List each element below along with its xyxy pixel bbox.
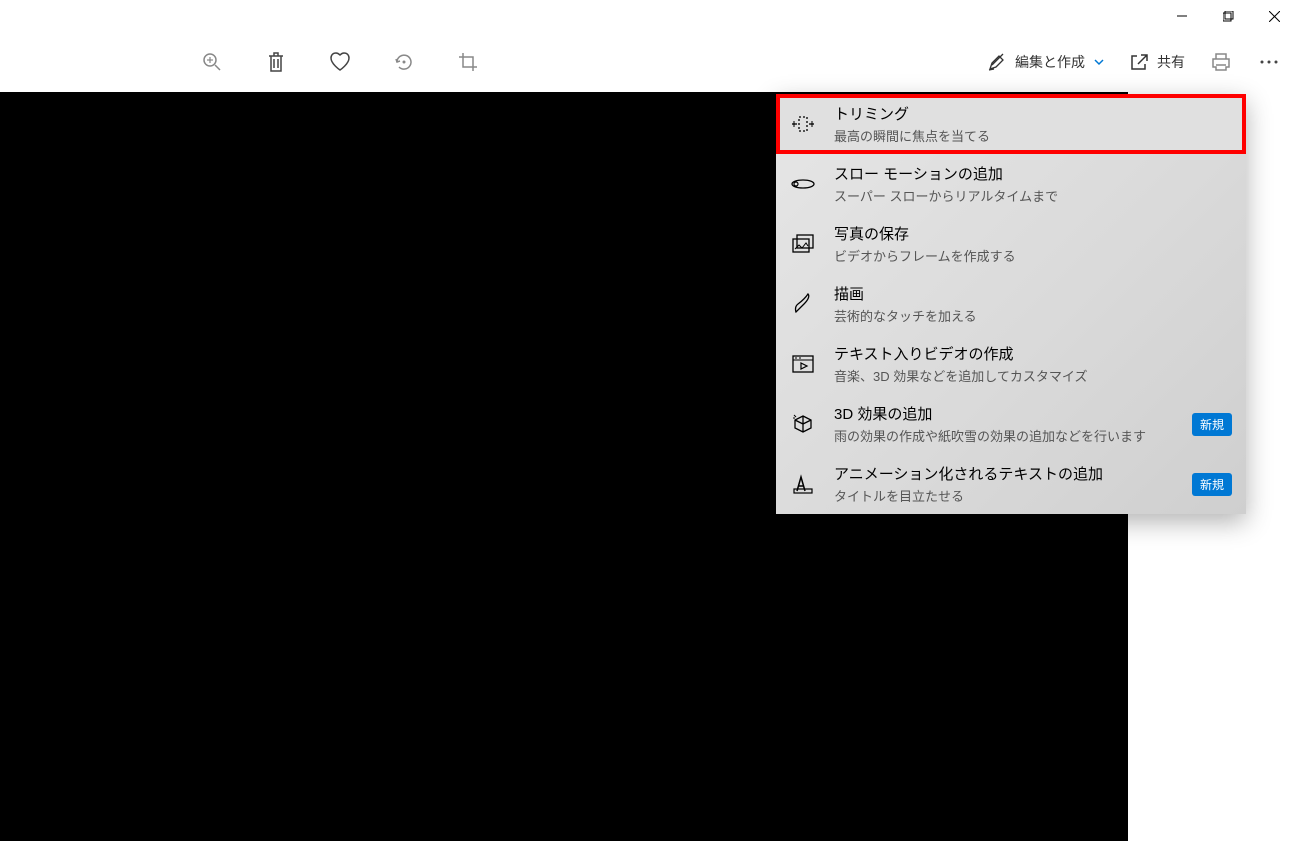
toolbar: 編集と作成 共有 [0,32,1297,92]
menu-title: 3D 効果の追加 [834,403,1174,424]
print-icon[interactable] [1209,50,1233,74]
draw-icon [790,291,816,317]
titlebar [0,0,1297,32]
new-badge: 新規 [1192,473,1232,496]
menu-item-animatedtext[interactable]: アニメーション化されるテキストの追加 タイトルを目立たせる 新規 [776,454,1246,514]
chevron-down-icon [1093,56,1105,68]
menu-desc: 芸術的なタッチを加える [834,306,1232,325]
menu-title: スロー モーションの追加 [834,163,1232,184]
menu-desc: 音楽、3D 効果などを追加してカスタマイズ [834,366,1232,385]
edit-create-label: 編集と作成 [1015,52,1085,72]
menu-desc: ビデオからフレームを作成する [834,246,1232,265]
close-button[interactable] [1251,0,1297,32]
toolbar-left [200,50,480,74]
zoom-icon[interactable] [200,50,224,74]
menu-item-trim[interactable]: トリミング 最高の瞬間に焦点を当てる [776,94,1246,154]
animatedtext-icon [790,471,816,497]
toolbar-right: 編集と作成 共有 [987,50,1281,74]
menu-item-draw[interactable]: 描画 芸術的なタッチを加える [776,274,1246,334]
menu-title: トリミング [834,103,1232,124]
maximize-button[interactable] [1205,0,1251,32]
menu-desc: スーパー スローからリアルタイムまで [834,186,1232,205]
menu-desc: 最高の瞬間に焦点を当てる [834,126,1232,145]
menu-desc: タイトルを目立たせる [834,486,1174,505]
edit-create-button[interactable]: 編集と作成 [987,52,1105,72]
menu-desc: 雨の効果の作成や紙吹雪の効果の追加などを行います [834,426,1174,445]
textvideo-icon [790,351,816,377]
crop-icon[interactable] [456,50,480,74]
menu-title: テキスト入りビデオの作成 [834,343,1232,364]
share-icon [1129,52,1149,72]
menu-item-textvideo[interactable]: テキスト入りビデオの作成 音楽、3D 効果などを追加してカスタマイズ [776,334,1246,394]
favorite-icon[interactable] [328,50,352,74]
menu-item-savephoto[interactable]: 写真の保存 ビデオからフレームを作成する [776,214,1246,274]
new-badge: 新規 [1192,413,1232,436]
trim-icon [790,111,816,137]
minimize-button[interactable] [1159,0,1205,32]
delete-icon[interactable] [264,50,288,74]
savephoto-icon [790,231,816,257]
edit-create-dropdown: トリミング 最高の瞬間に焦点を当てる スロー モーションの追加 スーパー スロー… [776,94,1246,514]
rotate-icon[interactable] [392,50,416,74]
3d-icon [790,411,816,437]
menu-title: 写真の保存 [834,223,1232,244]
more-icon[interactable] [1257,50,1281,74]
edit-icon [987,52,1007,72]
menu-title: アニメーション化されるテキストの追加 [834,463,1174,484]
share-button[interactable]: 共有 [1129,52,1185,72]
menu-item-3deffects[interactable]: 3D 効果の追加 雨の効果の作成や紙吹雪の効果の追加などを行います 新規 [776,394,1246,454]
share-label: 共有 [1157,52,1185,72]
menu-item-slowmotion[interactable]: スロー モーションの追加 スーパー スローからリアルタイムまで [776,154,1246,214]
slowmotion-icon [790,171,816,197]
menu-title: 描画 [834,283,1232,304]
